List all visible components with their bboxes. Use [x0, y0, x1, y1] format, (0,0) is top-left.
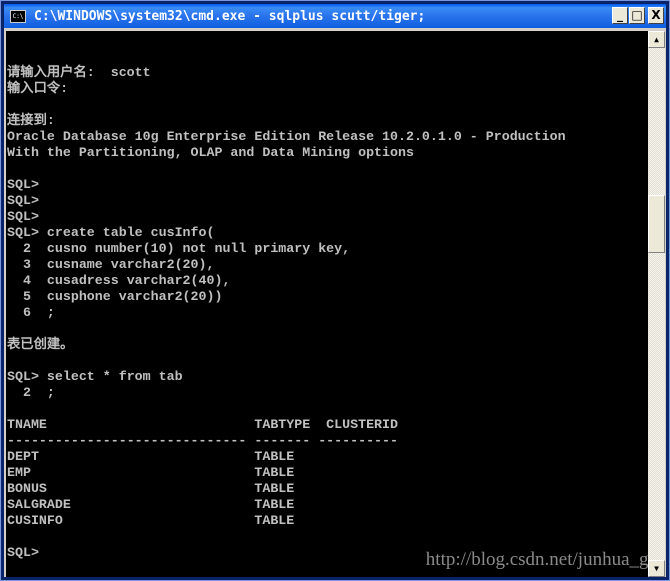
watermark: http://blog.csdn.net/junhua_gu — [425, 549, 648, 570]
console-line: SQL> create table cusInfo( — [7, 225, 215, 240]
console-line: CUSINFO TABLE — [7, 513, 295, 528]
console-line: SQL> select * from tab — [7, 369, 183, 384]
console-line: 表已创建。 — [7, 337, 74, 352]
maximize-button[interactable]: □ — [629, 7, 645, 24]
title-bar[interactable]: C:\ C:\WINDOWS\system32\cmd.exe - sqlplu… — [4, 4, 666, 28]
console-line: 6 ; — [7, 305, 55, 320]
console-line: SALGRADE TABLE — [7, 497, 295, 512]
console-line: SQL> — [7, 193, 39, 208]
cmd-window: C:\ C:\WINDOWS\system32\cmd.exe - sqlplu… — [0, 0, 670, 581]
console-line: DEPT TABLE — [7, 449, 295, 464]
console-line: With the Partitioning, OLAP and Data Min… — [7, 145, 414, 160]
console-line: 2 cusno number(10) not null primary key, — [7, 241, 351, 256]
console-line: BONUS TABLE — [7, 481, 295, 496]
console-output[interactable]: 请输入用户名: scott 输入口令: 连接到: Oracle Database 10… — [6, 31, 648, 577]
vertical-scrollbar[interactable]: ▲ ▼ — [648, 31, 665, 577]
console-line: EMP TABLE — [7, 465, 295, 480]
scroll-up-button[interactable]: ▲ — [648, 31, 665, 48]
console-line: SQL> — [7, 209, 39, 224]
close-button[interactable]: X — [648, 7, 664, 24]
console-line: 请输入用户名: scott — [7, 65, 151, 80]
window-title: C:\WINDOWS\system32\cmd.exe - sqlplus sc… — [34, 8, 426, 24]
console-line: ------------------------------ ------- -… — [7, 433, 398, 448]
console-line: 输入口令: — [7, 81, 69, 96]
console-line: Oracle Database 10g Enterprise Edition R… — [7, 129, 566, 144]
console-line: SQL> — [7, 177, 39, 192]
console-line: 2 ; — [7, 385, 55, 400]
console-line: TNAME TABTYPE CLUSTERID — [7, 417, 398, 432]
console-line: 5 cusphone varchar2(20)) — [7, 289, 223, 304]
minimize-button[interactable]: _ — [612, 7, 628, 24]
cmd-icon[interactable]: C:\ — [10, 9, 26, 23]
console-line: 4 cusadress varchar2(40), — [7, 273, 231, 288]
scrollbar-thumb[interactable] — [648, 195, 665, 253]
console-line: 3 cusname varchar2(20), — [7, 257, 215, 272]
console-line: 连接到: — [7, 113, 55, 128]
scroll-down-button[interactable]: ▼ — [648, 560, 665, 577]
